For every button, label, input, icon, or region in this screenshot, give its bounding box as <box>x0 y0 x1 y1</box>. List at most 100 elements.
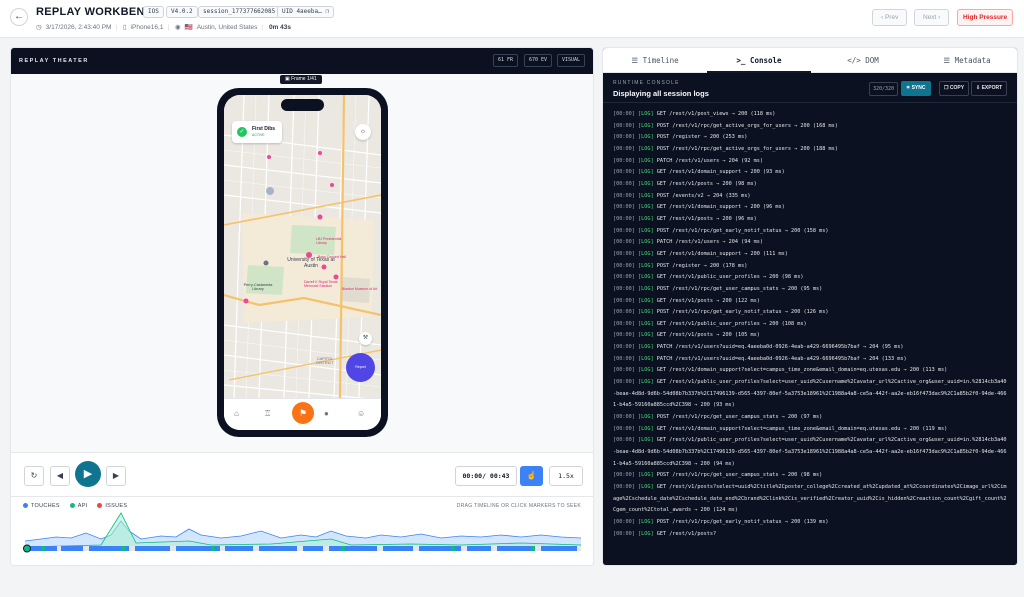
log-level: [LOG] <box>638 145 654 152</box>
speed-button[interactable]: 1.5x <box>549 466 583 486</box>
log-timestamp: [00:00] <box>613 425 635 432</box>
log-timestamp: [00:00] <box>613 437 635 444</box>
list-icon: ☰ <box>631 56 639 65</box>
phone-frame: ✓ First Dibs ACTIVE ☼ University of Texa… <box>217 88 388 437</box>
log-line: [00:00] [LOG] POST /rest/v1/rpc/get_user… <box>613 412 1009 424</box>
log-timestamp: [00:00] <box>613 169 635 176</box>
fps-badge: 61 FR <box>493 54 519 67</box>
tab-metadata[interactable]: ☰ Metadata <box>915 48 1017 73</box>
log-line: [00:00] [LOG] POST /rest/v1/rpc/get_acti… <box>613 144 1009 156</box>
log-line: [00:00] [LOG] PATCH /rest/v1/users → 204… <box>613 237 1009 249</box>
restart-button[interactable]: ↻ <box>24 466 44 486</box>
platform-badge: IOS <box>143 6 164 18</box>
log-timestamp: [00:00] <box>613 320 635 327</box>
log-message: PATCH /rest/v1/users → 204 (92 ms) <box>656 157 763 164</box>
log-message: GET /rest/v1/domain_support?select=campu… <box>656 367 948 374</box>
timeline-playhead <box>23 544 31 553</box>
log-message: GET /rest/v1/public_user_profiles?select… <box>613 437 1007 467</box>
back-button[interactable]: ← <box>10 8 28 26</box>
prev-button[interactable]: ‹ Prev <box>872 9 908 26</box>
tab-timeline[interactable]: ☰ Timeline <box>603 48 707 73</box>
app-tabbar: ⌂ ♖ ⚑ ● ☺ <box>224 398 381 430</box>
log-line: [00:00] [LOG] POST /rest/v1/rpc/get_earl… <box>613 517 1009 529</box>
events-badge: 670 EV <box>524 54 553 67</box>
time-display: 00:00/ 00:43 <box>455 466 517 486</box>
copy-button[interactable]: ❐ COPY <box>939 81 970 96</box>
log-level: [LOG] <box>638 425 654 432</box>
console-header: RUNTIME CONSOLE Displaying all session l… <box>603 73 1017 103</box>
console-log-list[interactable]: [00:00] [LOG] GET /rest/v1/post_views → … <box>603 104 1017 565</box>
home-icon[interactable]: ⌂ <box>234 409 239 418</box>
log-timestamp: [00:00] <box>613 250 635 257</box>
profile-icon[interactable]: ☺ <box>357 409 365 418</box>
log-line: [00:00] [LOG] GET /rest/v1/posts → 200 (… <box>613 296 1009 308</box>
log-message: POST /rest/v1/rpc/get_user_campus_stats … <box>656 285 823 292</box>
log-timestamp: [00:00] <box>613 379 635 386</box>
console-kicker: RUNTIME CONSOLE <box>613 80 680 86</box>
touch-overlay-button[interactable]: ☝ <box>520 466 543 486</box>
log-timestamp: [00:00] <box>613 285 635 292</box>
download-icon: ⇩ <box>976 85 981 91</box>
tab-console[interactable]: >_ Console <box>707 48 811 73</box>
log-line: [00:00] [LOG] POST /register → 200 (178 … <box>613 261 1009 273</box>
log-timestamp: [00:00] <box>613 355 635 362</box>
log-message: POST /rest/v1/rpc/get_user_campus_stats … <box>656 472 823 479</box>
report-button[interactable]: Report <box>346 353 375 382</box>
log-message: GET /rest/v1/domain_support → 200 (96 ms… <box>656 204 785 211</box>
log-message: PATCH /rest/v1/users?uuid=eq.4aeeba0d-09… <box>656 355 907 362</box>
log-message: PATCH /rest/v1/users?uuid=eq.4aeeba0d-09… <box>656 344 904 351</box>
log-level: [LOG] <box>638 367 654 374</box>
export-button[interactable]: ⇩ EXPORT <box>971 81 1008 96</box>
clock-icon: ◷ <box>36 24 42 31</box>
phone-screen[interactable]: ✓ First Dibs ACTIVE ☼ University of Texa… <box>224 95 381 430</box>
tab-dom[interactable]: </> DOM <box>811 48 915 73</box>
copy-icon: ❐ <box>944 85 949 91</box>
log-line: [00:00] [LOG] POST /events/v2 → 204 (335… <box>613 191 1009 203</box>
activity-graph[interactable] <box>11 511 594 561</box>
log-level: [LOG] <box>638 192 654 199</box>
first-dibs-card[interactable]: ✓ First Dibs ACTIVE <box>232 121 282 143</box>
play-icon: ▶ <box>83 468 93 480</box>
trophy-icon[interactable]: ♖ <box>264 409 271 418</box>
map-fab-icon[interactable]: ⚑ <box>292 402 314 424</box>
log-level: [LOG] <box>638 134 654 141</box>
step-forward-button[interactable]: ▶ <box>106 466 126 486</box>
log-message: GET /rest/v1/posts?select=uuid%2Ctitle%2… <box>613 484 1007 514</box>
log-message: POST /rest/v1/rpc/get_user_campus_stats … <box>656 414 823 421</box>
mode-badge[interactable]: VISUAL <box>557 54 586 67</box>
map-label-pink-2: Bass Concert Hall <box>318 255 347 259</box>
log-level: [LOG] <box>638 414 654 421</box>
log-line: [00:00] [LOG] PATCH /rest/v1/users?uuid=… <box>613 354 1009 366</box>
log-level: [LOG] <box>638 111 654 117</box>
pressure-badge: High Pressure <box>957 9 1014 26</box>
phone-notch <box>281 99 324 111</box>
chat-icon[interactable]: ☼ <box>355 124 371 140</box>
log-message: POST /register → 200 (253 ms) <box>656 134 748 141</box>
log-message: GET /rest/v1/posts → 200 (122 ms) <box>656 297 760 304</box>
sync-button[interactable]: ✶ SYNC <box>901 81 931 96</box>
log-line: [00:00] [LOG] GET /rest/v1/domain_suppor… <box>613 249 1009 261</box>
map-label-library: Perry-Castaneda Library <box>243 283 273 291</box>
phone-icon: ▯ <box>122 24 127 31</box>
event-timeline: TOUCHES API ISSUES DRAG TIMELINE OR CLIC… <box>11 496 594 565</box>
timeline-hint: DRAG TIMELINE OR CLICK MARKERS TO SEEK <box>456 503 581 509</box>
community-icon[interactable]: ● <box>324 409 329 418</box>
location-icon: ◉ <box>174 24 181 31</box>
version-badge: V4.0.2 <box>166 6 198 18</box>
wrench-icon[interactable]: ⚒ <box>359 332 372 345</box>
step-back-icon: ◀ <box>56 471 64 480</box>
log-message: GET /rest/v1/posts? <box>656 530 717 537</box>
log-level: [LOG] <box>638 344 654 351</box>
log-timestamp: [00:00] <box>613 122 635 129</box>
log-message: PATCH /rest/v1/users → 204 (94 ms) <box>656 239 763 246</box>
play-button[interactable]: ▶ <box>75 461 101 487</box>
step-forward-icon: ▶ <box>112 471 120 480</box>
inspector-tabs: ☰ Timeline >_ Console </> DOM ☰ Metadata <box>603 48 1017 73</box>
replay-stage: ▣ Frame 1/41 ✓ First Dibs ACTIVE ☼ Unive… <box>11 74 593 452</box>
next-button[interactable]: Next › <box>914 9 950 26</box>
step-back-button[interactable]: ◀ <box>50 466 70 486</box>
uid-badge[interactable]: UID 4aeeba… ❐ <box>277 6 334 18</box>
log-line: [00:00] [LOG] POST /rest/v1/rpc/get_earl… <box>613 307 1009 319</box>
log-level: [LOG] <box>638 250 654 257</box>
log-timestamp: [00:00] <box>613 274 635 281</box>
